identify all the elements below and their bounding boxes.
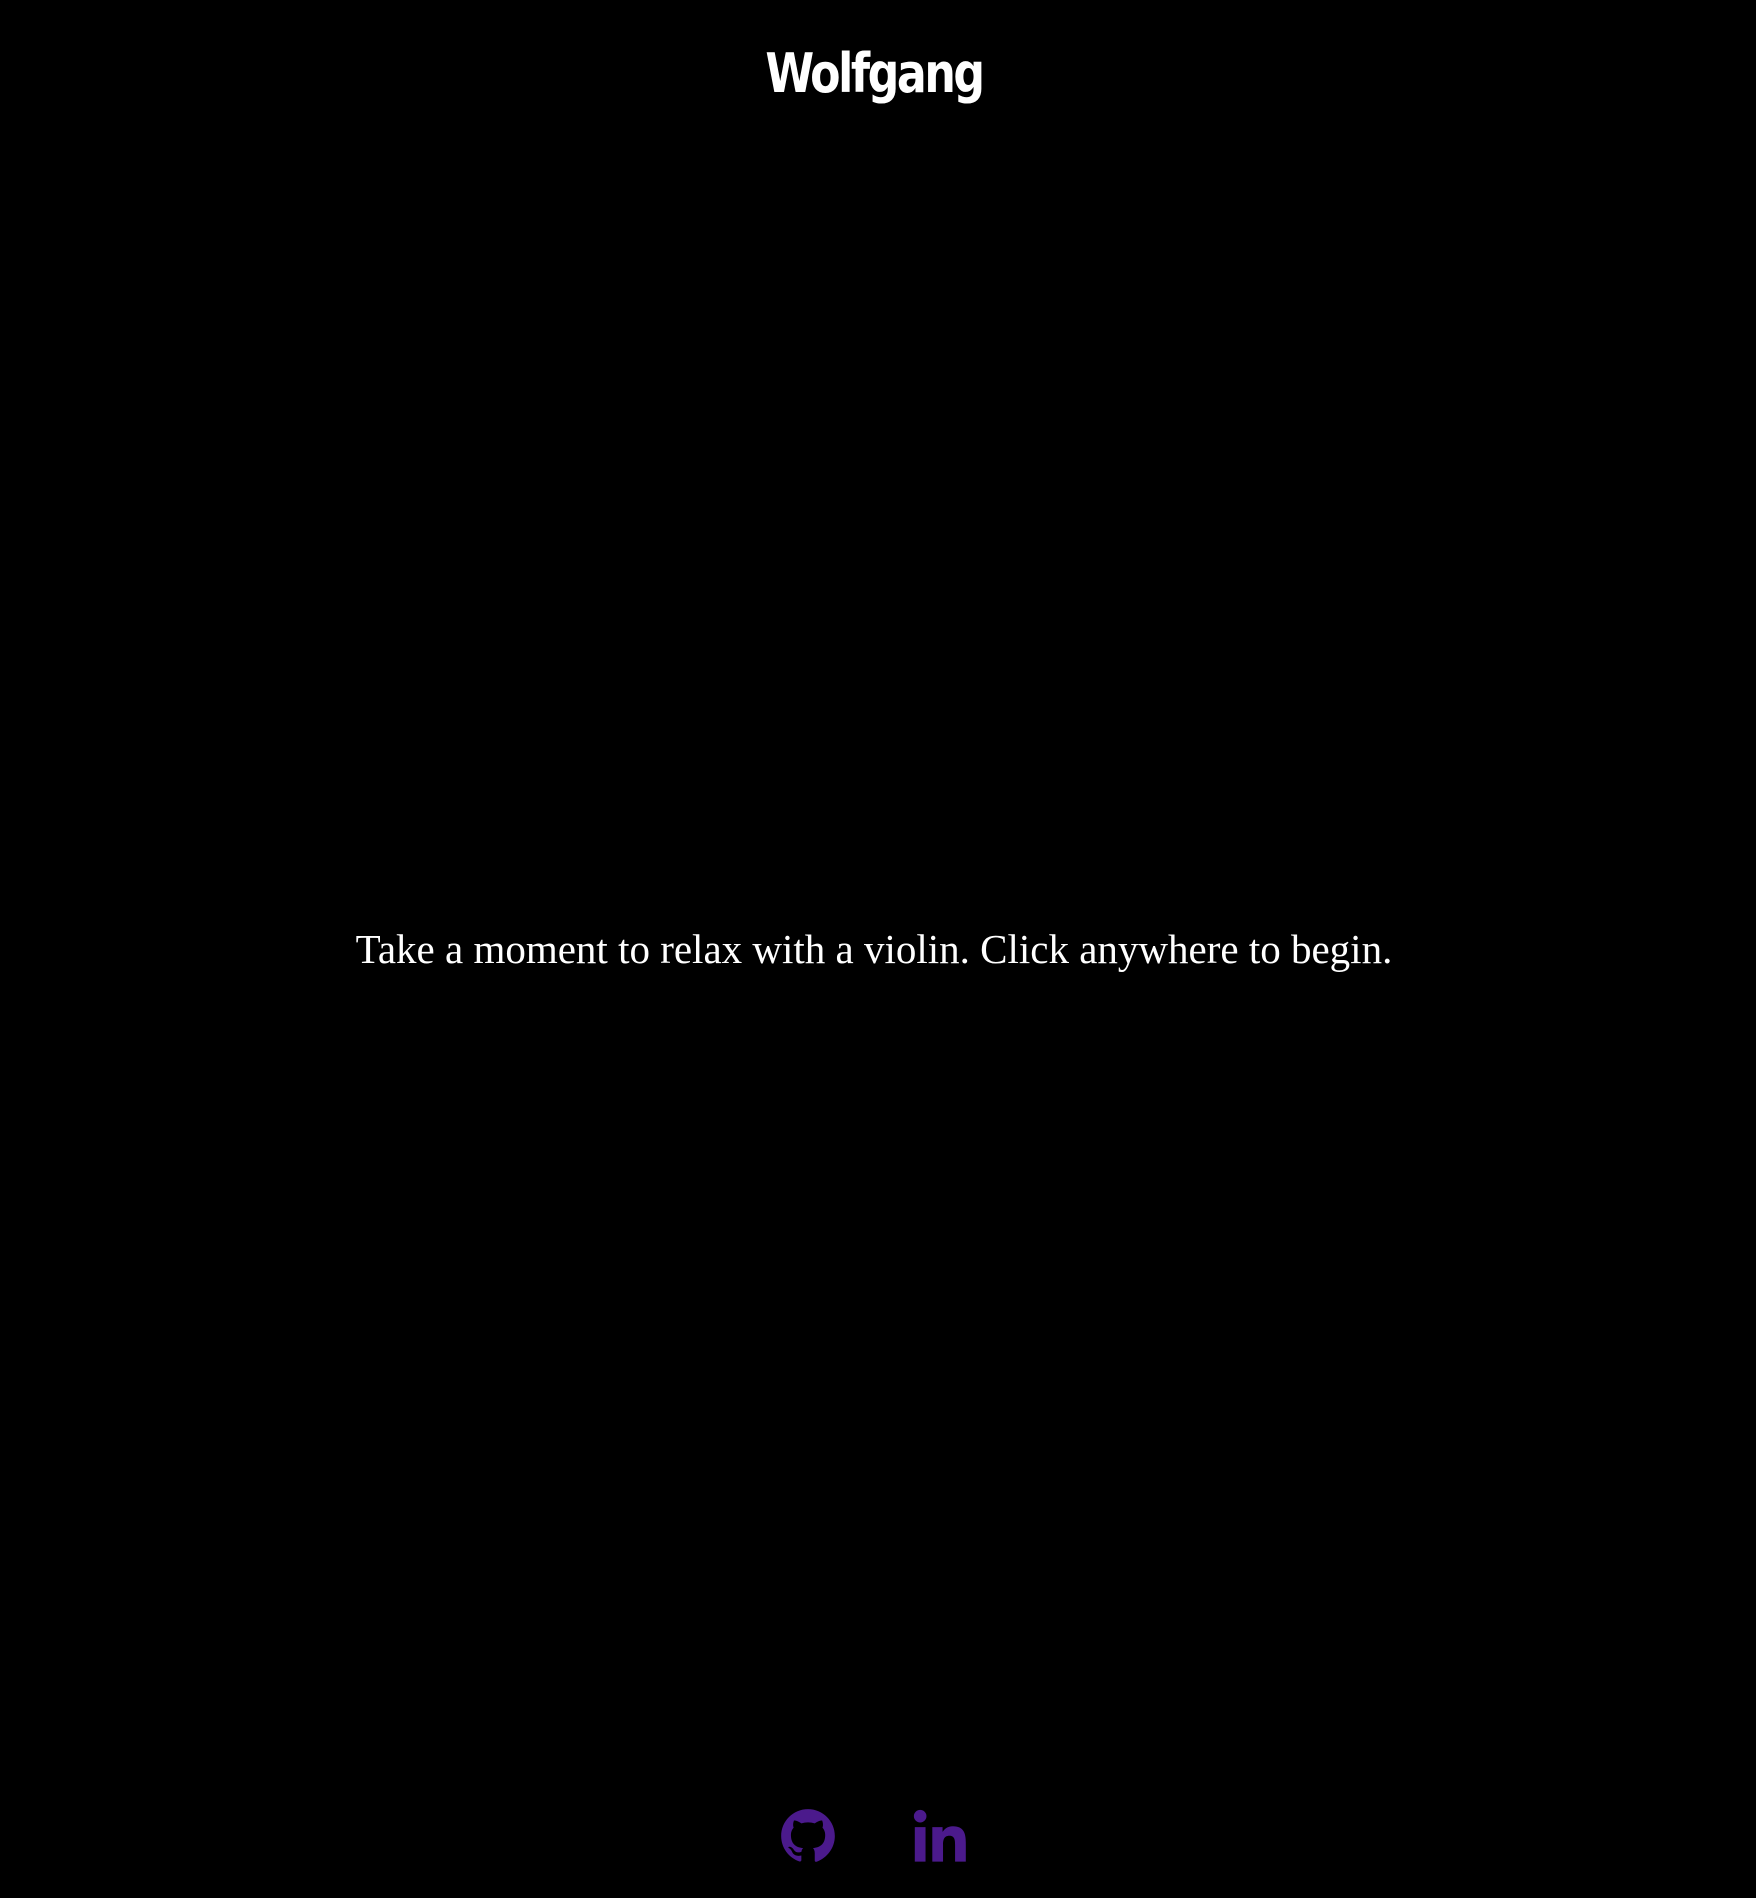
- click-to-begin-area[interactable]: Wolfgang Take a moment to relax with a v…: [0, 0, 1756, 1898]
- github-icon: [781, 1809, 835, 1862]
- app-title: Wolfgang: [765, 42, 985, 105]
- github-link[interactable]: [779, 1808, 837, 1864]
- start-prompt: Take a moment to relax with a violin. Cl…: [355, 926, 1393, 972]
- linkedin-link[interactable]: [911, 1808, 969, 1864]
- linkedin-icon: [913, 1809, 966, 1862]
- social-links: [0, 1808, 1756, 1864]
